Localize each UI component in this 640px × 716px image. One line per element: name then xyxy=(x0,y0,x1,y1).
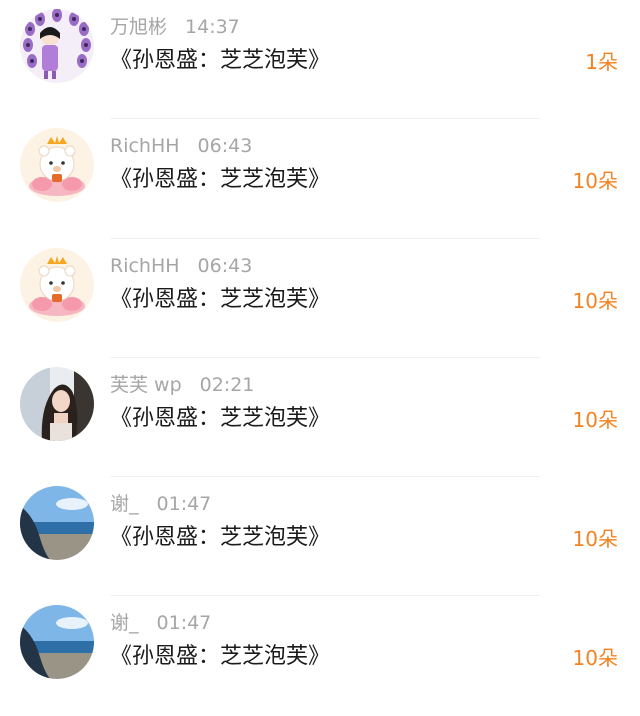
list-item[interactable]: RichHH 06:43 《孙恩盛：芝芝泡芙》 10朵 xyxy=(0,119,640,239)
list-item[interactable]: 谢_ 01:47 《孙恩盛：芝芝泡芙》 10朵 xyxy=(0,596,640,715)
item-meta: 万旭彬 14:37 xyxy=(110,15,240,39)
item-meta: RichHH 06:43 xyxy=(110,134,252,158)
item-meta: RichHH 06:43 xyxy=(110,254,252,278)
username[interactable]: RichHH xyxy=(110,255,180,277)
gift-count: 10朵 xyxy=(572,646,618,671)
item-title: 《孙恩盛：芝芝泡芙》 xyxy=(110,644,331,670)
timestamp: 02:21 xyxy=(199,373,255,396)
gift-count: 10朵 xyxy=(572,407,618,432)
username[interactable]: RichHH xyxy=(110,135,180,157)
item-title: 《孙恩盛：芝芝泡芙》 xyxy=(110,167,331,193)
peacock-avatar-icon xyxy=(20,9,94,83)
timestamp: 01:47 xyxy=(156,493,212,516)
timestamp: 06:43 xyxy=(197,254,253,277)
list-item[interactable]: RichHH 06:43 《孙恩盛：芝芝泡芙》 10朵 xyxy=(0,239,640,358)
item-meta: 芙芙 wp 02:21 xyxy=(110,373,254,397)
timestamp: 06:43 xyxy=(197,135,253,158)
avatar[interactable] xyxy=(20,366,94,441)
beach-photo-avatar-icon xyxy=(20,605,94,680)
gift-count: 10朵 xyxy=(572,527,618,552)
list-item[interactable]: 谢_ 01:47 《孙恩盛：芝芝泡芙》 10朵 xyxy=(0,477,640,597)
item-title: 《孙恩盛：芝芝泡芙》 xyxy=(110,525,331,551)
avatar[interactable] xyxy=(20,9,94,83)
timestamp: 01:47 xyxy=(156,612,212,635)
gift-count: 1朵 xyxy=(585,50,618,74)
item-title: 《孙恩盛：芝芝泡芙》 xyxy=(110,286,331,312)
avatar[interactable] xyxy=(20,605,94,680)
list-item[interactable]: 万旭彬 14:37 《孙恩盛：芝芝泡芙》 1朵 xyxy=(0,0,640,120)
item-title: 《孙恩盛：芝芝泡芙》 xyxy=(110,405,331,431)
username[interactable]: 万旭彬 xyxy=(110,16,167,38)
avatar[interactable] xyxy=(20,486,94,561)
gift-count: 10朵 xyxy=(572,169,618,194)
girl-photo-avatar-icon xyxy=(20,366,94,441)
bear-lotus-avatar-icon xyxy=(20,128,94,203)
username[interactable]: 芙芙 wp xyxy=(110,374,182,396)
gift-list: 万旭彬 14:37 《孙恩盛：芝芝泡芙》 1朵 RichHH 06:43 《孙恩… xyxy=(0,0,640,716)
item-meta: 谢_ 01:47 xyxy=(110,611,211,635)
avatar[interactable] xyxy=(20,128,94,203)
username[interactable]: 谢_ xyxy=(110,612,139,634)
list-item[interactable]: 芙芙 wp 02:21 《孙恩盛：芝芝泡芙》 10朵 xyxy=(0,358,640,478)
item-title: 《孙恩盛：芝芝泡芙》 xyxy=(110,48,331,73)
gift-count: 10朵 xyxy=(572,288,618,313)
username[interactable]: 谢_ xyxy=(110,493,139,515)
avatar[interactable] xyxy=(20,247,94,322)
bear-lotus-avatar-icon xyxy=(20,247,94,322)
item-meta: 谢_ 01:47 xyxy=(110,492,211,516)
beach-photo-avatar-icon xyxy=(20,486,94,561)
timestamp: 14:37 xyxy=(185,16,240,38)
